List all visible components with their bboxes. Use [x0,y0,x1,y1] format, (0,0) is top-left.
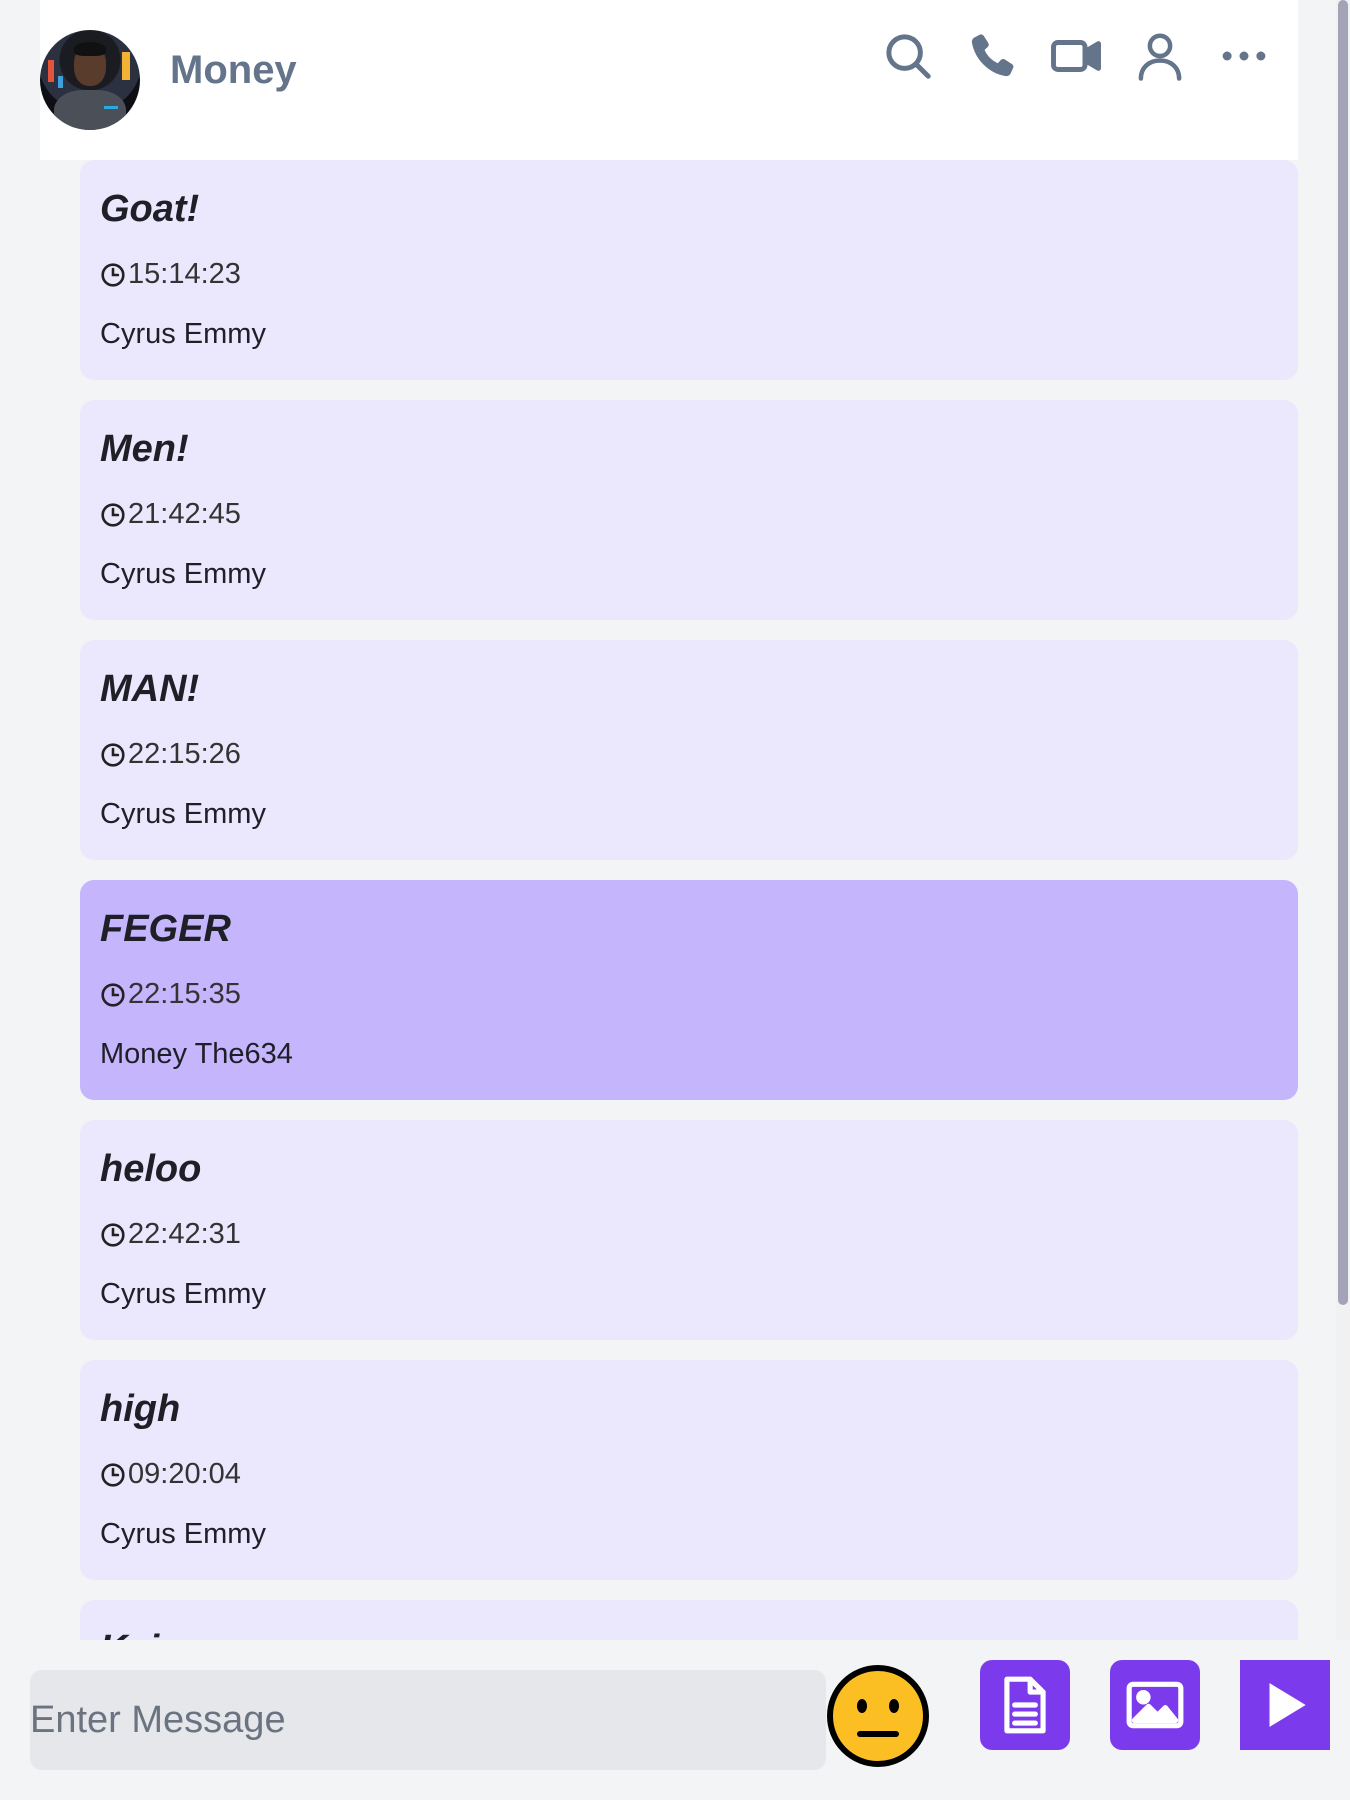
document-icon [1004,1676,1046,1734]
message-bubble[interactable]: heloo 22:42:31 Cyrus Emmy [80,1120,1298,1340]
clock-icon [101,1462,125,1487]
message-time: 22:15:35 [128,978,241,1010]
send-button[interactable] [1240,1660,1330,1750]
clock-icon [101,742,125,767]
contact-name[interactable]: Money [170,48,297,93]
message-bubble[interactable]: Kaj... [80,1600,1298,1640]
send-icon [1269,1683,1306,1727]
scrollbar-track[interactable] [1336,0,1350,1640]
clock-icon [101,262,125,287]
message-sender: Cyrus Emmy [100,558,266,590]
message-text: Kaj... [100,1628,191,1640]
message-text: Goat! [100,188,200,230]
avatar[interactable] [40,30,140,130]
message-time: 22:42:31 [128,1218,241,1250]
emoji-neutral-icon[interactable] [826,1664,930,1768]
scrollbar-thumb[interactable] [1338,0,1348,1305]
attach-image-button[interactable] [1110,1660,1200,1750]
clock-icon [101,1222,125,1247]
image-icon [1126,1681,1184,1729]
video-icon[interactable] [1048,28,1104,84]
more-icon[interactable] [1216,28,1272,84]
message-sender: Money The634 [100,1038,293,1070]
message-time: 15:14:23 [128,258,241,290]
message-time: 21:42:45 [128,498,241,530]
message-text: heloo [100,1148,202,1190]
message-bubble[interactable]: Men! 21:42:45 Cyrus Emmy [80,400,1298,620]
message-sender: Cyrus Emmy [100,1278,266,1310]
chat-header: Money [40,0,1298,160]
message-list[interactable]: Goat! 15:14:23 Cyrus Emmy Men! 21:42:45 … [80,160,1298,1640]
message-input[interactable] [30,1670,826,1770]
phone-icon[interactable] [964,28,1020,84]
message-bubble-own[interactable]: FEGER 22:15:35 Money The634 [80,880,1298,1100]
message-time: 09:20:04 [128,1458,241,1490]
message-sender: Cyrus Emmy [100,318,266,350]
message-bubble[interactable]: Goat! 15:14:23 Cyrus Emmy [80,160,1298,380]
message-bubble[interactable]: high 09:20:04 Cyrus Emmy [80,1360,1298,1580]
search-icon[interactable] [880,28,936,84]
composer-bar [0,1640,1350,1800]
message-text: high [100,1388,181,1430]
user-icon[interactable] [1132,28,1188,84]
message-bubble[interactable]: MAN! 22:15:26 Cyrus Emmy [80,640,1298,860]
message-text: MAN! [100,668,200,710]
message-sender: Cyrus Emmy [100,1518,266,1550]
message-text: FEGER [100,908,231,950]
clock-icon [101,982,125,1007]
message-text: Men! [100,428,189,470]
message-time: 22:15:26 [128,738,241,770]
attach-document-button[interactable] [980,1660,1070,1750]
clock-icon [101,502,125,527]
message-sender: Cyrus Emmy [100,798,266,830]
